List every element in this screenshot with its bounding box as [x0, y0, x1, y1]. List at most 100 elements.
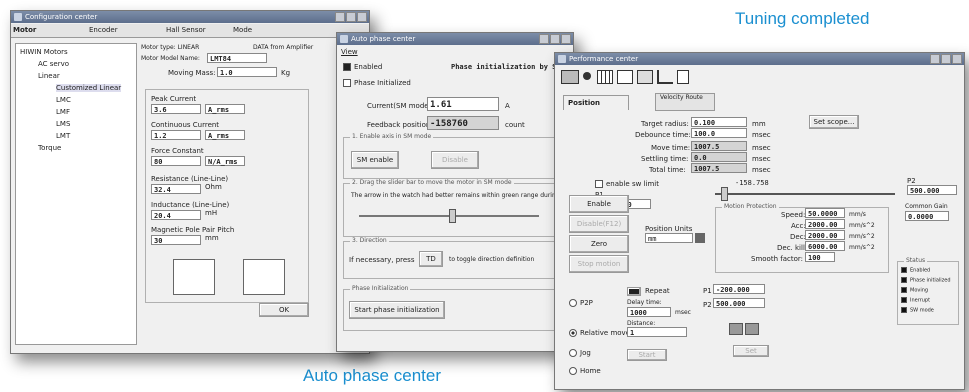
- phase-init-banner: Phase initialization by SW: [451, 63, 561, 71]
- enable-button[interactable]: Enable: [569, 195, 629, 213]
- tree-item-torque[interactable]: Torque: [38, 144, 61, 152]
- model-name-field[interactable]: LMT84: [207, 53, 267, 63]
- grid-icon[interactable]: [597, 70, 613, 84]
- step2-label: 2. Drag the slider bar to move the motor…: [350, 179, 514, 186]
- feedback-position-field: -158760: [427, 116, 499, 130]
- gear-icon[interactable]: [583, 72, 591, 80]
- maximize-icon[interactable]: [941, 54, 951, 64]
- scope-icon[interactable]: [561, 70, 579, 84]
- pole-pair-field[interactable]: 30: [151, 235, 201, 245]
- stop-motion-button[interactable]: Stop motion: [569, 255, 629, 273]
- close-icon[interactable]: [357, 12, 367, 22]
- peak-current-unit: A_rms: [205, 104, 245, 114]
- tree-item-customized-linear[interactable]: Customized Linear: [56, 84, 122, 92]
- tab-motor[interactable]: Motor: [13, 26, 36, 34]
- moving-mass-field[interactable]: 1.0: [217, 67, 277, 77]
- distance-field[interactable]: 1: [627, 327, 687, 337]
- tree-item-ac-servo[interactable]: AC servo: [38, 60, 69, 68]
- repeat-toggle[interactable]: [627, 287, 641, 296]
- tab-position[interactable]: Position: [563, 95, 629, 110]
- tab-hall-sensor[interactable]: Hall Sensor: [166, 26, 206, 34]
- chart-icon[interactable]: [617, 70, 633, 84]
- move-time-field: 1007.5: [691, 141, 747, 151]
- arrow-right-icon[interactable]: [745, 323, 759, 335]
- disable-f12-button[interactable]: Disable(F12): [569, 215, 629, 233]
- close-icon[interactable]: [561, 34, 571, 44]
- auto-phase-center-window: Auto phase center View Enabled Phase Ini…: [336, 32, 574, 352]
- sw-limit-label: enable sw limit: [606, 180, 659, 188]
- sm-enable-button[interactable]: SM enable: [351, 151, 399, 169]
- resistance-field[interactable]: 32.4: [151, 184, 201, 194]
- close-icon[interactable]: [952, 54, 962, 64]
- page-icon[interactable]: [677, 70, 689, 84]
- delay-time-field[interactable]: 1000: [627, 307, 671, 317]
- dec-field[interactable]: 2000.00: [805, 230, 845, 240]
- move-slider-thumb[interactable]: [449, 209, 456, 223]
- p2-field[interactable]: 500.000: [907, 185, 957, 195]
- start-phase-initialization-button[interactable]: Start phase initialization: [349, 301, 445, 319]
- mode-jog-radio[interactable]: Jog: [569, 349, 591, 357]
- continuous-current-unit: A_rms: [205, 130, 245, 140]
- total-time-field: 1007.5: [691, 163, 747, 173]
- tab-mode[interactable]: Mode: [233, 26, 252, 34]
- home-set-button[interactable]: Set: [733, 345, 769, 357]
- config-ok-button[interactable]: OK: [259, 303, 309, 317]
- smooth-factor-field[interactable]: 100: [805, 252, 835, 262]
- target-radius-field[interactable]: 0.100: [691, 117, 747, 127]
- mode-relative-radio[interactable]: Relative move: [569, 329, 630, 337]
- step1-label: 1. Enable axis in SM mode: [350, 133, 434, 140]
- toggle-direction-button[interactable]: TD: [419, 251, 443, 267]
- inductance-field[interactable]: 20.4: [151, 210, 201, 220]
- menu-view[interactable]: View: [341, 48, 358, 56]
- home-start-button[interactable]: Start: [627, 349, 667, 361]
- dec-kill-field[interactable]: 6000.00: [805, 241, 845, 251]
- speed-field[interactable]: 50.0000: [805, 208, 845, 218]
- dec-unit: mm/s^2: [849, 233, 875, 240]
- radio-icon: [569, 329, 577, 337]
- tree-item-lmc[interactable]: LMC: [56, 96, 71, 104]
- common-gain-field[interactable]: 0.0000: [905, 211, 949, 221]
- chevron-down-icon[interactable]: [695, 233, 705, 243]
- tree-item-lms[interactable]: LMS: [56, 120, 70, 128]
- sw-limit-checkbox[interactable]: enable sw limit: [595, 180, 659, 188]
- home-label: Home: [580, 367, 601, 375]
- tree-item-lmt[interactable]: LMT: [56, 132, 70, 140]
- enabled-indicator: Enabled: [343, 63, 382, 71]
- minimize-icon[interactable]: [930, 54, 940, 64]
- force-constant-field[interactable]: 80: [151, 156, 201, 166]
- acc-field[interactable]: 2000.00: [805, 219, 845, 229]
- position-units-select[interactable]: mm: [645, 233, 693, 243]
- p1-p2p-label: P1: [703, 287, 712, 295]
- plot-icon[interactable]: [657, 70, 673, 84]
- peak-current-label: Peak Current: [151, 95, 197, 103]
- p1-p2p-field[interactable]: -200.000: [713, 284, 765, 294]
- mode-p2p-radio[interactable]: P2P: [569, 299, 593, 307]
- position-slider-thumb[interactable]: [721, 187, 728, 201]
- arrow-left-icon[interactable]: [729, 323, 743, 335]
- debounce-time-field[interactable]: 100.0: [691, 128, 747, 138]
- tree-item-hiwin-motors[interactable]: HIWIN Motors: [20, 48, 68, 56]
- mode-home-radio[interactable]: Home: [569, 367, 601, 375]
- minimize-icon[interactable]: [335, 12, 345, 22]
- maximize-icon[interactable]: [550, 34, 560, 44]
- tree-item-lmf[interactable]: LMF: [56, 108, 70, 116]
- peak-current-field[interactable]: 3.6: [151, 104, 201, 114]
- monitor-icon[interactable]: [637, 70, 653, 84]
- motion-protection-label: Motion Protection: [722, 203, 779, 210]
- tab-velocity-route[interactable]: Velocity Route: [655, 93, 715, 111]
- speed-label: Speed:: [781, 211, 806, 219]
- minimize-icon[interactable]: [539, 34, 549, 44]
- tab-encoder[interactable]: Encoder: [89, 26, 118, 34]
- current-sm-unit: A: [505, 102, 510, 110]
- set-scope-button[interactable]: Set scope...: [809, 115, 859, 129]
- zero-button[interactable]: Zero: [569, 235, 629, 253]
- disable-button[interactable]: Disable: [431, 151, 479, 169]
- position-slider-track[interactable]: [715, 193, 895, 195]
- maximize-icon[interactable]: [346, 12, 356, 22]
- tree-item-linear[interactable]: Linear: [38, 72, 60, 80]
- p2-p2p-field[interactable]: 500.000: [713, 298, 765, 308]
- jog-label: Jog: [580, 349, 591, 357]
- continuous-current-field[interactable]: 1.2: [151, 130, 201, 140]
- status-item-sw-mode: SW mode: [901, 307, 934, 314]
- speed-unit: mm/s: [849, 211, 866, 218]
